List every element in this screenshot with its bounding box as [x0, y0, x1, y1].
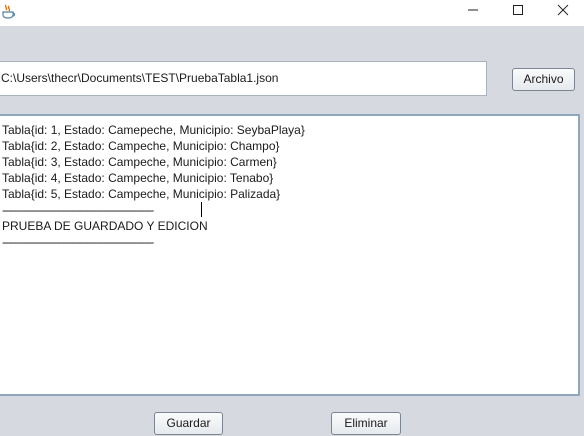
file-path-field[interactable]: C:\Users\thecr\Documents\TEST\PruebaTabl…: [0, 61, 487, 96]
archivo-button[interactable]: Archivo: [512, 68, 575, 91]
close-button[interactable]: [546, 0, 580, 24]
record-line: Tabla{id: 1, Estado: Camepeche, Municipi…: [2, 123, 305, 137]
separator-line: ----------------------------------------…: [2, 203, 154, 217]
record-line: Tabla{id: 4, Estado: Campeche, Municipio…: [2, 171, 274, 185]
record-line: Tabla{id: 5, Estado: Campeche, Municipio…: [2, 187, 281, 201]
eliminar-button[interactable]: Eliminar: [331, 412, 401, 435]
java-cup-icon: [1, 4, 16, 20]
maximize-icon: [512, 3, 524, 21]
separator-line: ----------------------------------------…: [2, 235, 154, 249]
guardar-button[interactable]: Guardar: [154, 412, 223, 435]
records-text-area[interactable]: Tabla{id: 1, Estado: Camepeche, Municipi…: [0, 114, 580, 396]
minimize-button[interactable]: [456, 0, 490, 24]
close-icon: [557, 3, 569, 21]
record-line: Tabla{id: 3, Estado: Campeche, Municipio…: [2, 155, 277, 169]
heading-line: PRUEBA DE GUARDADO Y EDICION: [2, 219, 208, 233]
maximize-button[interactable]: [501, 0, 535, 24]
text-caret: [201, 202, 202, 217]
title-bar: [0, 0, 584, 26]
record-line: Tabla{id: 2, Estado: Campeche, Municipio…: [2, 139, 280, 153]
minimize-icon: [467, 3, 479, 21]
text-area-content: Tabla{id: 1, Estado: Camepeche, Municipi…: [2, 122, 305, 250]
